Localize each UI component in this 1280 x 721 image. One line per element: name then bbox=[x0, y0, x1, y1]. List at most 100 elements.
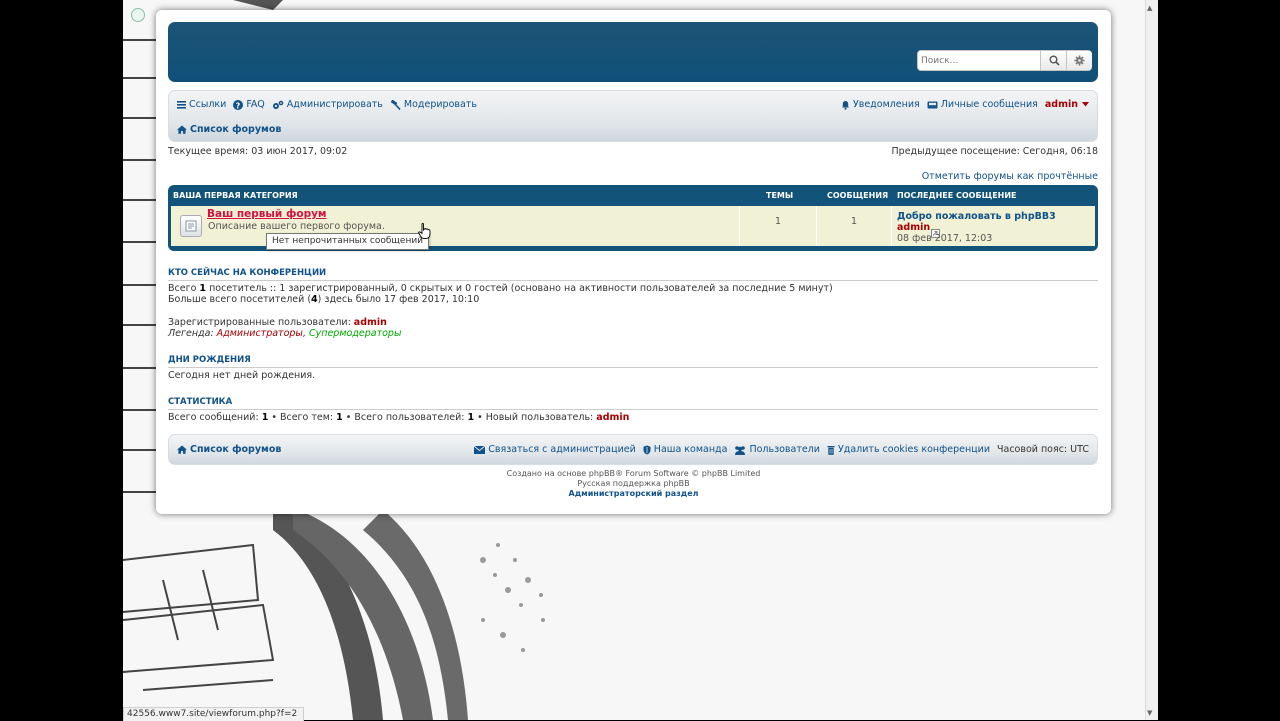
stats-users-label: • Всего пользователей: bbox=[342, 412, 468, 423]
scrollbar[interactable] bbox=[1145, 0, 1158, 720]
acp-footer-link[interactable]: Администраторский раздел bbox=[156, 489, 1111, 498]
legend-administrators-link[interactable]: Администраторы bbox=[217, 328, 303, 339]
forum-topics-count: 1 bbox=[775, 216, 782, 227]
tooltip: Нет непрочитанных сообщений bbox=[266, 233, 430, 250]
russian-support-link[interactable]: Русская поддержка phpBB bbox=[156, 479, 1111, 488]
delete-cookies-label: Удалить cookies конференции bbox=[837, 444, 990, 455]
contact-admin-link[interactable]: Связаться с администрацией bbox=[474, 444, 636, 455]
shield-icon bbox=[643, 445, 651, 455]
breadcrumb: Список форумов bbox=[177, 124, 288, 135]
registered-user-link[interactable]: admin bbox=[354, 317, 387, 328]
notifications-label: Уведомления bbox=[852, 99, 920, 110]
hand-cursor-icon bbox=[418, 223, 431, 239]
statistics-line: Всего сообщений: 1 • Всего тем: 1 • Всег… bbox=[168, 412, 629, 423]
online-record: Больше всего посетителей (4) здесь было … bbox=[168, 294, 479, 305]
status-bar-url: 42556.www7.site/viewforum.php?f=2 bbox=[123, 707, 305, 721]
users-icon bbox=[734, 445, 746, 455]
caret-down-icon bbox=[1082, 102, 1089, 107]
delete-cookies-link[interactable]: Удалить cookies конференции bbox=[827, 444, 990, 455]
legend-supermoderators-link[interactable]: Супермодераторы bbox=[309, 328, 401, 339]
last-post-title-link[interactable]: Добро пожаловать в phpBB3 bbox=[897, 211, 1056, 222]
posts-column-header: Сообщения bbox=[827, 191, 889, 200]
timezone-label: Часовой пояс: UTC bbox=[997, 444, 1089, 455]
stats-topics-label: • Всего тем: bbox=[268, 412, 337, 423]
forum-posts-count: 1 bbox=[851, 216, 858, 227]
search-icon bbox=[1049, 55, 1060, 66]
scroll-down-arrow-icon[interactable]: ▼ bbox=[1147, 709, 1152, 717]
search-input[interactable] bbox=[918, 51, 1043, 70]
column-divider bbox=[891, 206, 892, 246]
who-is-online-heading[interactable]: Кто сейчас на конференции bbox=[168, 268, 326, 278]
team-link[interactable]: Наша команда bbox=[643, 444, 728, 455]
footer-index-link[interactable]: Список форумов bbox=[177, 444, 281, 455]
forum-page: Ссылки ? FAQ Администрировать Модерирова… bbox=[156, 10, 1111, 514]
question-icon: ? bbox=[233, 99, 244, 110]
last-post-column-header: Последнее сообщение bbox=[897, 191, 1017, 200]
svg-text:?: ? bbox=[236, 101, 241, 110]
birthdays-text: Сегодня нет дней рождения. bbox=[168, 370, 316, 381]
hamburger-icon bbox=[177, 100, 186, 109]
online-record-text: Больше всего посетителей ( bbox=[168, 294, 312, 305]
stats-posts-label: Всего сообщений: bbox=[168, 412, 262, 423]
powered-by-text: Создано на основе phpBB® Forum Software … bbox=[506, 469, 761, 478]
footer-index-label: Список форумов bbox=[190, 444, 282, 455]
mcp-label: Модерировать bbox=[403, 99, 477, 110]
online-summary-text: Всего bbox=[168, 283, 200, 294]
quick-links-menu[interactable]: Ссылки bbox=[177, 99, 226, 110]
category-header[interactable]: Ваша первая категория bbox=[173, 191, 298, 200]
stats-newest-user-link[interactable]: admin bbox=[596, 412, 629, 423]
section-divider bbox=[168, 367, 1098, 368]
stats-newest-label: • Новый пользователь: bbox=[474, 412, 597, 423]
members-link[interactable]: Пользователи bbox=[734, 444, 820, 455]
footer-links: Связаться с администрацией Наша команда … bbox=[467, 444, 1089, 455]
forum-title-link[interactable]: Ваш первый форум bbox=[207, 208, 327, 220]
gears-icon bbox=[272, 100, 284, 110]
scroll-up-arrow-icon[interactable]: ▲ bbox=[1147, 4, 1152, 12]
search-box bbox=[917, 50, 1092, 71]
search-button[interactable] bbox=[1040, 51, 1067, 70]
username-label: admin bbox=[1044, 99, 1078, 110]
last-post-author-link[interactable]: admin bbox=[897, 222, 930, 233]
breadcrumb-index-link[interactable]: Список форумов bbox=[177, 124, 281, 135]
home-icon bbox=[177, 125, 187, 134]
mcp-link[interactable]: Модерировать bbox=[390, 99, 477, 110]
section-divider bbox=[168, 280, 1098, 281]
bell-icon bbox=[841, 100, 850, 110]
topics-column-header: Темы bbox=[766, 191, 794, 200]
online-summary-detail: посетитель :: 1 зарегистрированный, 0 ск… bbox=[206, 283, 833, 294]
advanced-search-button[interactable] bbox=[1066, 51, 1092, 70]
trash-icon bbox=[827, 445, 835, 455]
private-messages-link[interactable]: Личные сообщения bbox=[927, 99, 1038, 110]
extension-shield-icon[interactable] bbox=[131, 8, 145, 22]
gear-icon bbox=[1074, 55, 1085, 66]
online-record-date: ) здесь было 17 фев 2017, 10:10 bbox=[317, 294, 480, 305]
envelope-icon bbox=[474, 445, 486, 454]
faq-link[interactable]: ? FAQ bbox=[233, 99, 265, 110]
forum-description: Описание вашего первого форума. bbox=[208, 221, 385, 232]
team-label: Наша команда bbox=[653, 444, 728, 455]
quick-links-label: Ссылки bbox=[189, 99, 227, 110]
column-divider bbox=[739, 206, 740, 246]
birthdays-heading: Дни рождения bbox=[168, 355, 251, 365]
stats-topics-count: 1 bbox=[336, 412, 343, 423]
site-header bbox=[168, 22, 1098, 82]
mark-forums-read-link[interactable]: Отметить форумы как прочтённые bbox=[922, 171, 1098, 182]
last-post-date: 08 фев 2017, 12:03 bbox=[897, 233, 993, 244]
navbar: Ссылки ? FAQ Администрировать Модерирова… bbox=[168, 90, 1098, 142]
registered-users-label: Зарегистрированные пользователи: bbox=[168, 317, 354, 328]
footer-navbar: Список форумов Связаться с администрацие… bbox=[168, 434, 1098, 465]
contact-admin-label: Связаться с администрацией bbox=[488, 444, 636, 455]
user-menu[interactable]: admin bbox=[1045, 99, 1089, 110]
notifications-link[interactable]: Уведомления bbox=[841, 99, 920, 110]
legend-label: Легенда: bbox=[168, 328, 217, 339]
acp-link[interactable]: Администрировать bbox=[272, 99, 383, 110]
last-visit: Предыдущее посещение: Сегодня, 06:18 bbox=[891, 146, 1098, 157]
online-record-count: 4 bbox=[311, 294, 318, 305]
online-summary: Всего 1 посетитель :: 1 зарегистрированн… bbox=[168, 283, 833, 294]
members-label: Пользователи bbox=[749, 444, 820, 455]
registered-users: Зарегистрированные пользователи: admin bbox=[168, 317, 387, 328]
legend: Легенда: Администраторы, Супермодераторы bbox=[168, 328, 401, 339]
breadcrumb-index-label: Список форумов bbox=[190, 124, 282, 135]
current-time: Текущее время: 03 июн 2017, 09:02 bbox=[168, 146, 348, 157]
navbar-links: Ссылки ? FAQ Администрировать Модерирова… bbox=[177, 99, 484, 110]
